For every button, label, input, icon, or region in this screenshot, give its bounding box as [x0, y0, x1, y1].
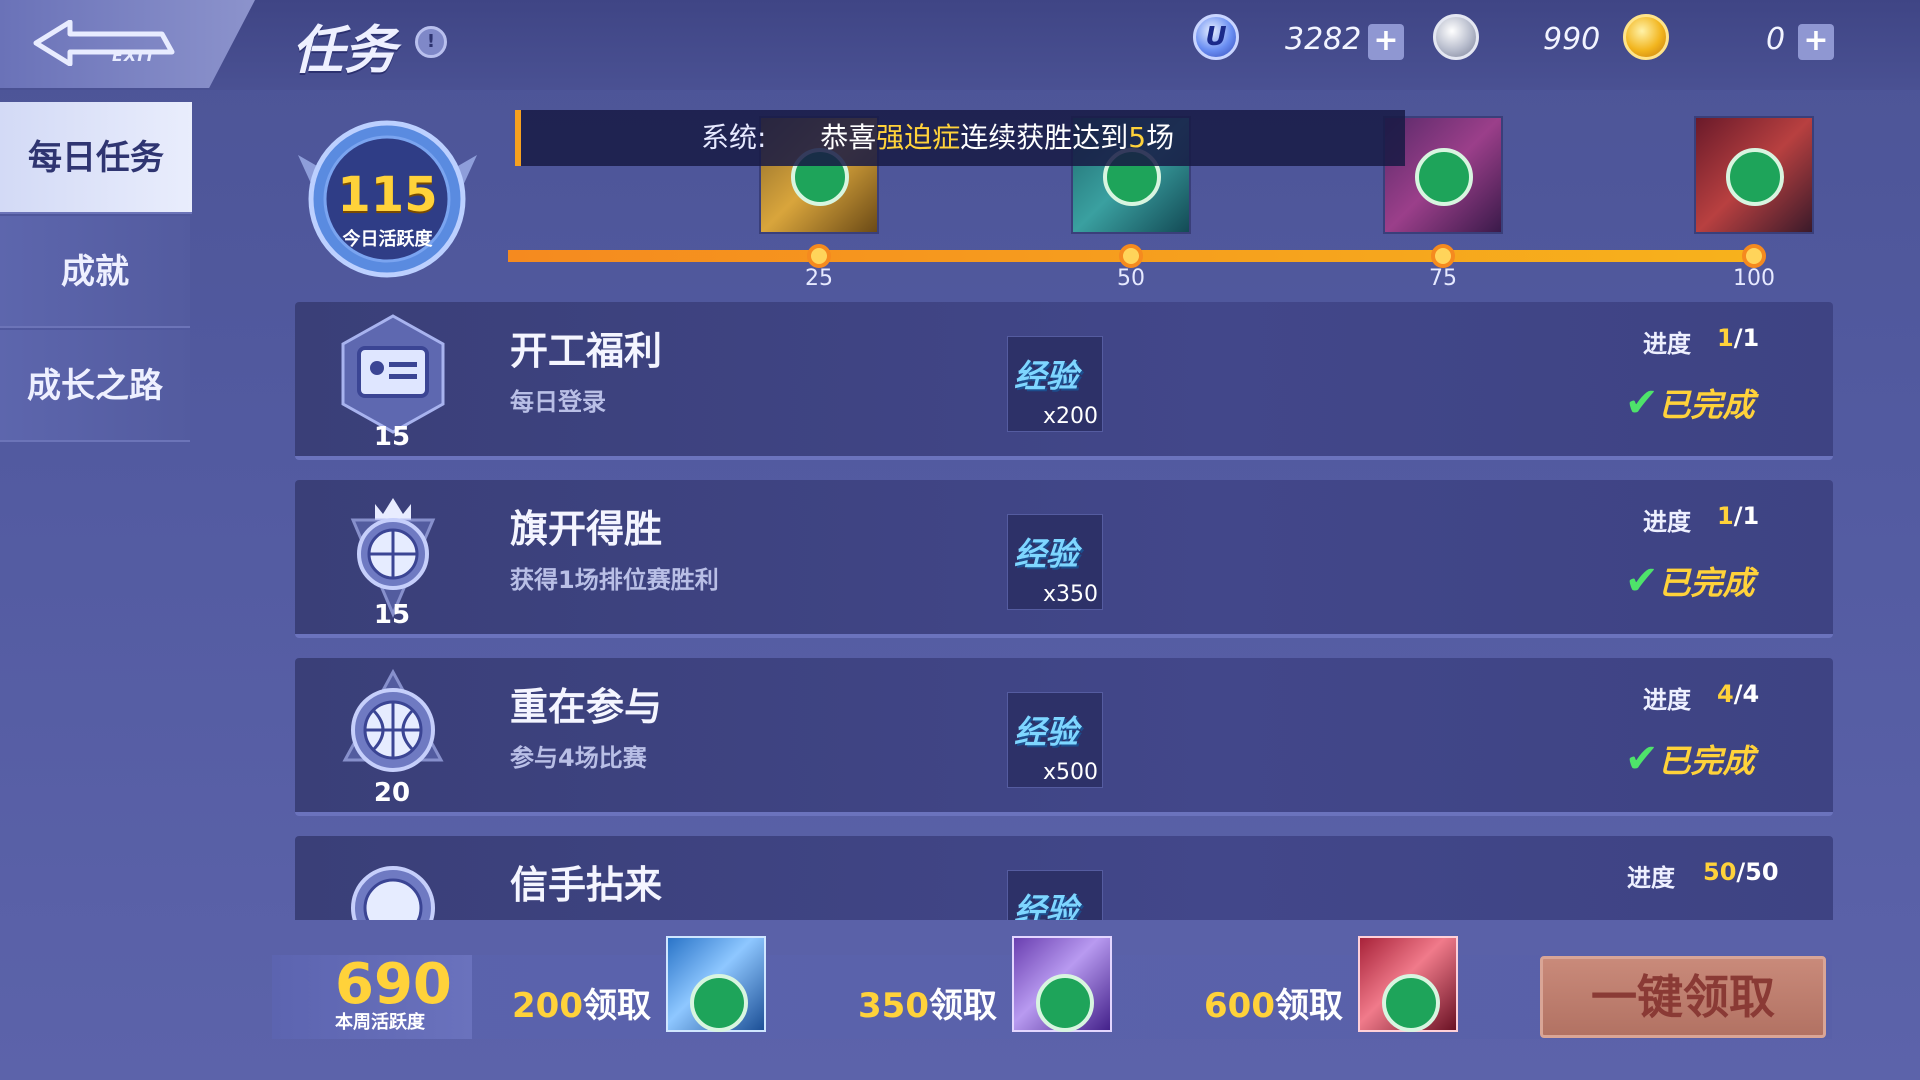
completed-status: ✔已完成 — [1625, 736, 1755, 782]
task-points: 20 — [373, 778, 411, 808]
progress-marker — [1742, 244, 1766, 268]
system-message-part3: 场 — [1146, 121, 1175, 154]
check-icon: ✔ — [1625, 380, 1659, 426]
progress-value: 1/1 — [1717, 502, 1760, 530]
task-row[interactable]: 15 旗开得胜 获得1场排位赛胜利 经验 x350 进度 1/1 ✔已完成 — [295, 480, 1833, 638]
check-icon: ✔ — [1625, 736, 1659, 782]
weekly-chest-350[interactable] — [1012, 936, 1112, 1032]
exp-reward[interactable]: 经验 x350 — [1007, 514, 1103, 610]
task-row[interactable]: 20 重在参与 参与4场比赛 经验 x500 进度 4/4 ✔已完成 — [295, 658, 1833, 816]
system-message-part2: 连续获胜达到 — [960, 121, 1129, 154]
milestone-chest-100[interactable] — [1694, 116, 1814, 234]
basketball-badge-icon — [333, 846, 453, 920]
progress-marker — [807, 244, 831, 268]
exp-reward-icon: 经验 — [1014, 357, 1079, 395]
task-list[interactable]: 15 开工福利 每日登录 经验 x200 进度 1/1 ✔已完成 15 旗开得胜… — [295, 300, 1833, 920]
progress-value: 4/4 — [1717, 680, 1760, 708]
progress-value: 1/1 — [1717, 324, 1760, 352]
progress-label: 进度 — [1627, 864, 1675, 892]
nav-item-daily-tasks[interactable]: 每日任务 — [0, 102, 192, 214]
reward-quantity: x350 — [1042, 582, 1098, 607]
milestone-label: 25 — [805, 266, 833, 291]
weekly-claim-label: 600领取 — [1204, 986, 1343, 1026]
task-row[interactable]: 15 开工福利 每日登录 经验 x200 进度 1/1 ✔已完成 — [295, 302, 1833, 460]
claimed-check-icon — [1726, 148, 1784, 206]
add-gold-button[interactable]: + — [1798, 24, 1834, 60]
exp-reward-icon: 经验 — [1014, 891, 1079, 920]
system-message-banner: 系统: 恭喜强迫症连续获胜达到5场 — [515, 110, 1405, 166]
task-name: 重在参与 — [510, 685, 663, 729]
page-title: 任务 — [292, 21, 397, 81]
system-message-part1: 恭喜 — [820, 121, 877, 154]
completed-status: ✔已完成 — [1625, 380, 1755, 426]
task-name: 旗开得胜 — [510, 507, 663, 551]
exp-reward-icon: 经验 — [1014, 535, 1079, 573]
weekly-claim-label: 200领取 — [512, 986, 651, 1026]
claimed-check-icon — [1382, 974, 1440, 1032]
task-description: 获得1场排位赛胜利 — [510, 566, 719, 594]
back-arrow-icon — [33, 20, 175, 66]
claimed-check-icon — [1415, 148, 1473, 206]
silver-basketball-icon — [1433, 14, 1479, 60]
weekly-activity-label: 本周活跃度 — [335, 1012, 425, 1033]
system-message-count: 5 — [1128, 121, 1147, 154]
task-description: 参与4场比赛 — [510, 744, 647, 772]
milestone-label: 75 — [1429, 266, 1457, 291]
task-row[interactable]: 信手拈来 经验 进度 50/50 — [295, 836, 1833, 920]
exp-reward[interactable]: 经验 — [1007, 870, 1103, 920]
progress-marker — [1431, 244, 1455, 268]
claimed-check-icon — [1036, 974, 1094, 1032]
task-name: 开工福利 — [510, 329, 663, 373]
u-coin-value: 3282 — [1285, 22, 1362, 57]
progress-label: 进度 — [1643, 330, 1691, 358]
progress-marker — [1119, 244, 1143, 268]
claimed-check-icon — [690, 974, 748, 1032]
weekly-chest-600[interactable] — [1358, 936, 1458, 1032]
daily-activity-value: 115 — [337, 167, 438, 223]
progress-value: 50/50 — [1703, 858, 1779, 886]
silver-basketball-value: 990 — [1543, 22, 1601, 57]
gold-basketball-value: 0 — [1766, 22, 1786, 57]
system-message-prefix: 系统: — [701, 121, 767, 154]
reward-quantity: x200 — [1042, 404, 1098, 429]
u-coin-icon: U — [1193, 14, 1239, 60]
exp-reward[interactable]: 经验 x500 — [1007, 692, 1103, 788]
info-icon[interactable]: ! — [415, 26, 447, 58]
task-name: 信手拈来 — [510, 863, 663, 907]
nav-item-growth-path[interactable]: 成长之路 — [0, 330, 190, 442]
system-message-player: 强迫症 — [876, 121, 961, 154]
milestone-label: 100 — [1733, 266, 1775, 291]
daily-activity-label: 今日活跃度 — [342, 229, 433, 250]
gold-basketball-icon — [1623, 14, 1669, 60]
weekly-claim-label: 350领取 — [858, 986, 997, 1026]
claim-all-button[interactable]: 一键领取 — [1540, 956, 1826, 1038]
progress-label: 进度 — [1643, 686, 1691, 714]
weekly-chest-200[interactable] — [666, 936, 766, 1032]
completed-status: ✔已完成 — [1625, 558, 1755, 604]
progress-label: 进度 — [1643, 508, 1691, 536]
task-points: 15 — [373, 422, 411, 452]
check-icon: ✔ — [1625, 558, 1659, 604]
task-points: 15 — [373, 600, 411, 630]
task-description: 每日登录 — [510, 388, 606, 416]
add-u-coin-button[interactable]: + — [1368, 24, 1404, 60]
exp-reward-icon: 经验 — [1014, 713, 1079, 751]
reward-quantity: x500 — [1042, 760, 1098, 785]
exp-reward[interactable]: 经验 x200 — [1007, 336, 1103, 432]
exit-label: EXIT — [112, 46, 157, 65]
milestone-label: 50 — [1117, 266, 1145, 291]
daily-activity-badge: 115 今日活跃度 — [290, 115, 485, 280]
nav-item-achievements[interactable]: 成就 — [0, 216, 190, 328]
